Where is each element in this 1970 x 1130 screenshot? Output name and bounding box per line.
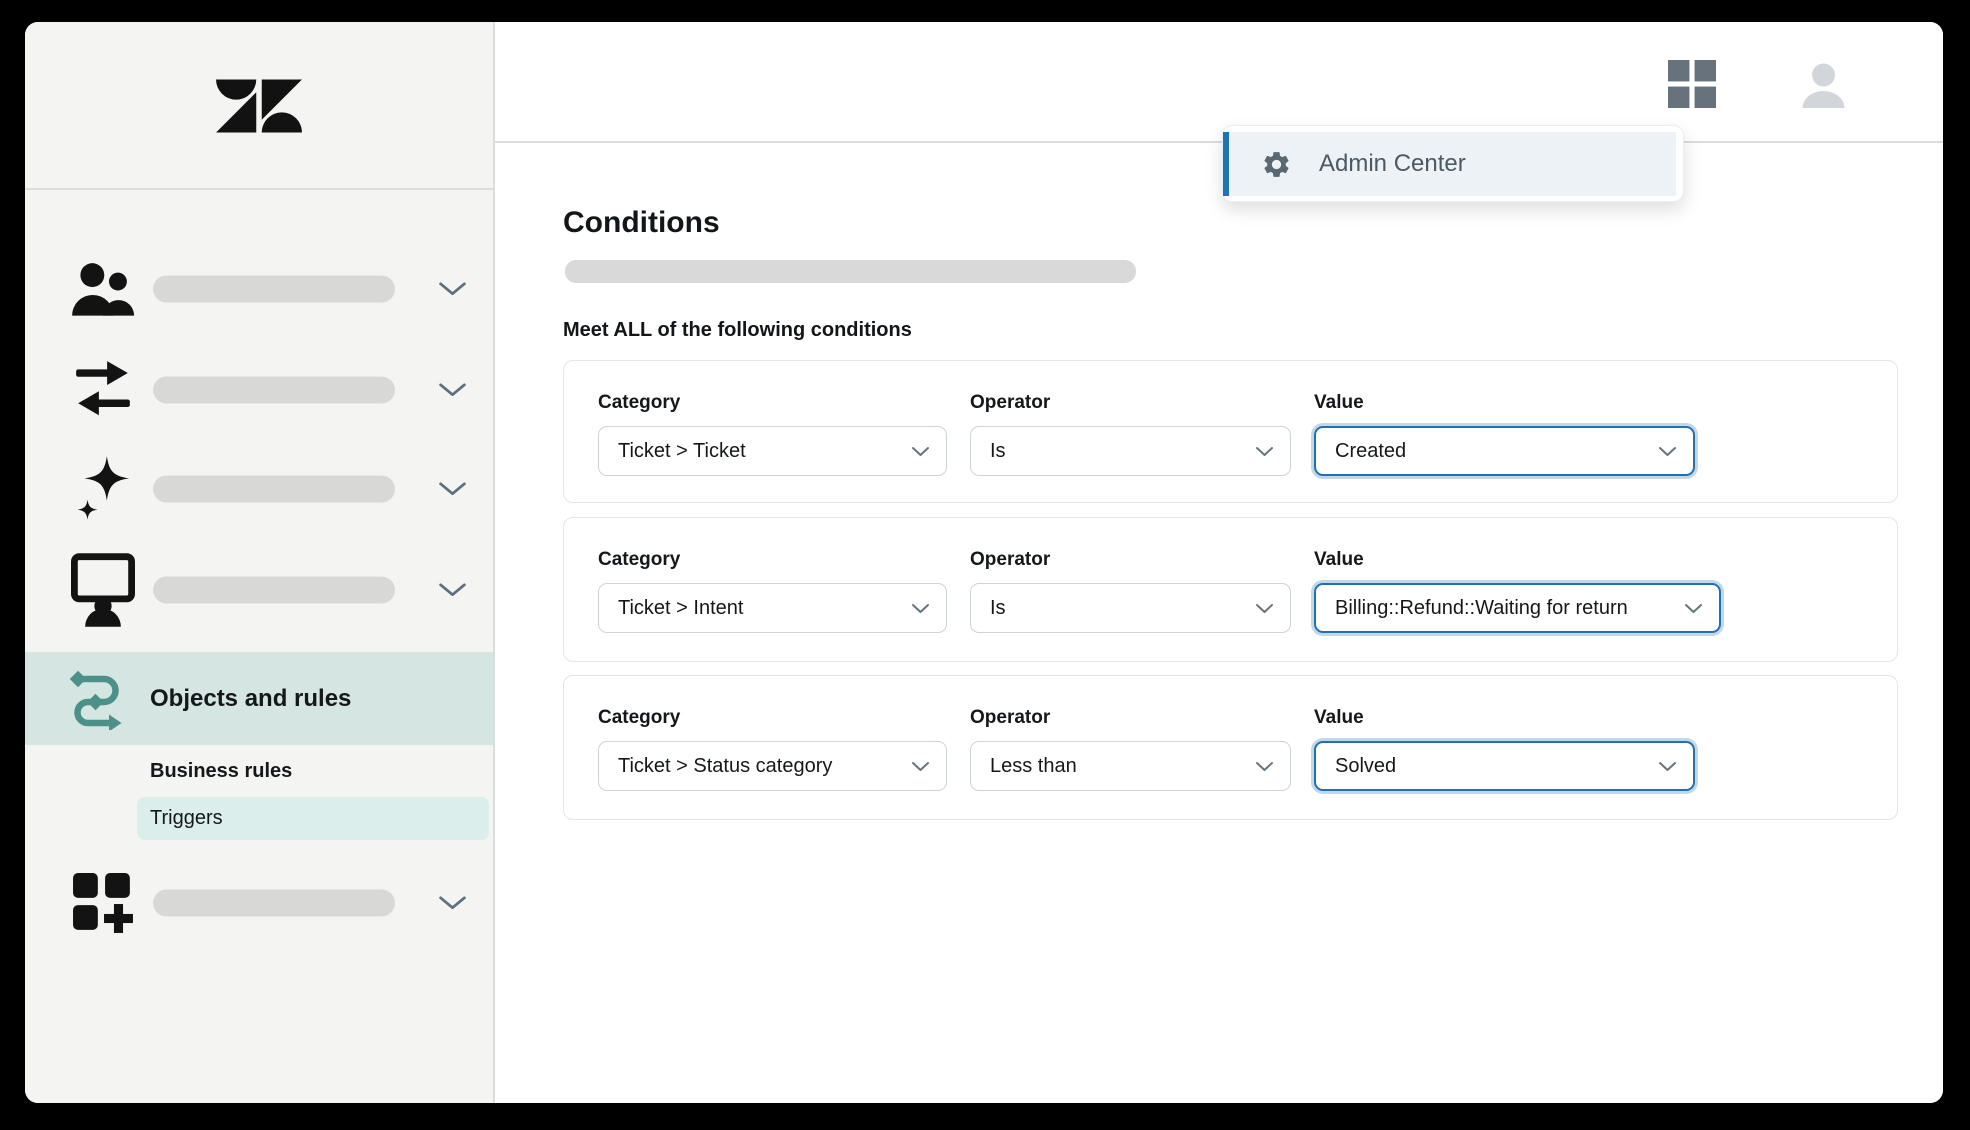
chevron-down-icon[interactable]: [438, 383, 467, 398]
sidebar-item-channels[interactable]: [25, 562, 493, 618]
chevron-down-icon: [1255, 446, 1274, 457]
ai-sparkle-icon: [66, 456, 140, 522]
chevron-down-icon: [911, 761, 930, 772]
chevron-down-icon: [1684, 603, 1703, 614]
admin-center-menu-item[interactable]: Admin Center: [1223, 132, 1676, 196]
operator-value: Less than: [990, 755, 1077, 778]
title-placeholder-bar: [565, 260, 1136, 283]
admin-center-popup: Admin Center: [1222, 125, 1684, 202]
condition-card: Category Ticket > Status category Operat…: [563, 675, 1898, 820]
chevron-down-icon[interactable]: [438, 282, 467, 297]
operator-label: Operator: [970, 549, 1050, 571]
sidebar-item-ai[interactable]: [25, 461, 493, 517]
sidebar-item-objects-and-rules[interactable]: Objects and rules: [25, 652, 493, 745]
main-header: [495, 22, 1943, 143]
chevron-down-icon: [1658, 761, 1677, 772]
value-label: Value: [1314, 549, 1364, 571]
main-area: Admin Center Conditions Meet ALL of the …: [495, 22, 1943, 1103]
sidebar-item-apps[interactable]: [25, 870, 493, 936]
chevron-down-icon: [1255, 761, 1274, 772]
nav-placeholder-bar: [153, 476, 395, 503]
value-label: Value: [1314, 707, 1364, 729]
value-value: Solved: [1335, 755, 1396, 778]
value-label: Value: [1314, 392, 1364, 414]
chevron-down-icon: [1658, 446, 1677, 457]
operator-select[interactable]: Less than: [970, 741, 1291, 791]
chevron-down-icon: [1255, 603, 1274, 614]
operator-select[interactable]: Is: [970, 583, 1291, 633]
app-grid-icon[interactable]: [1667, 60, 1717, 108]
category-label: Category: [598, 707, 680, 729]
value-select[interactable]: Created: [1314, 426, 1695, 476]
operator-value: Is: [990, 440, 1006, 463]
operator-label: Operator: [970, 707, 1050, 729]
chevron-down-icon[interactable]: [438, 583, 467, 598]
sidebar-item-label: Objects and rules: [150, 685, 351, 713]
category-select[interactable]: Ticket > Ticket: [598, 426, 947, 476]
category-label: Category: [598, 392, 680, 414]
category-value: Ticket > Status category: [618, 755, 832, 778]
sidebar: Objects and rules Business rules Trigger…: [25, 22, 495, 1103]
objects-rules-icon: [62, 668, 132, 730]
admin-center-label: Admin Center: [1319, 150, 1466, 178]
people-icon: [66, 262, 140, 316]
page-title: Conditions: [563, 206, 720, 240]
zendesk-logo: [213, 74, 305, 138]
apps-grid-plus-icon: [66, 872, 140, 934]
nav-placeholder-bar: [153, 377, 395, 404]
operator-label: Operator: [970, 392, 1050, 414]
operator-value: Is: [990, 597, 1006, 620]
condition-card: Category Ticket > Ticket Operator Is Val…: [563, 360, 1898, 503]
chevron-down-icon[interactable]: [438, 896, 467, 911]
category-value: Ticket > Intent: [618, 597, 743, 620]
operator-select[interactable]: Is: [970, 426, 1291, 476]
sidebar-logo-area: [25, 22, 493, 190]
value-select[interactable]: Solved: [1314, 741, 1695, 791]
category-label: Category: [598, 549, 680, 571]
category-select[interactable]: Ticket > Intent: [598, 583, 947, 633]
chevron-down-icon: [911, 603, 930, 614]
match-heading: Meet ALL of the following conditions: [563, 319, 912, 342]
sidebar-item-people[interactable]: [25, 261, 493, 317]
monitor-person-icon: [66, 553, 140, 627]
nav-placeholder-bar: [153, 276, 395, 303]
category-value: Ticket > Ticket: [618, 440, 746, 463]
sidebar-item-label: Triggers: [137, 797, 489, 840]
sidebar-item-triggers[interactable]: Triggers: [137, 797, 489, 840]
user-avatar-icon[interactable]: [1800, 62, 1847, 108]
gear-icon: [1261, 149, 1292, 180]
sidebar-group-business-rules[interactable]: Business rules: [150, 760, 292, 783]
nav-placeholder-bar: [153, 577, 395, 604]
value-select[interactable]: Billing::Refund::Waiting for return: [1314, 583, 1721, 633]
transfer-arrows-icon: [66, 359, 140, 421]
nav-placeholder-bar: [153, 890, 395, 917]
chevron-down-icon: [911, 446, 930, 457]
sidebar-item-transfer[interactable]: [25, 362, 493, 418]
category-select[interactable]: Ticket > Status category: [598, 741, 947, 791]
chevron-down-icon[interactable]: [438, 482, 467, 497]
value-value: Created: [1335, 440, 1406, 463]
condition-card: Category Ticket > Intent Operator Is Val…: [563, 517, 1898, 662]
value-value: Billing::Refund::Waiting for return: [1335, 597, 1628, 620]
app-window: Objects and rules Business rules Trigger…: [25, 22, 1943, 1103]
